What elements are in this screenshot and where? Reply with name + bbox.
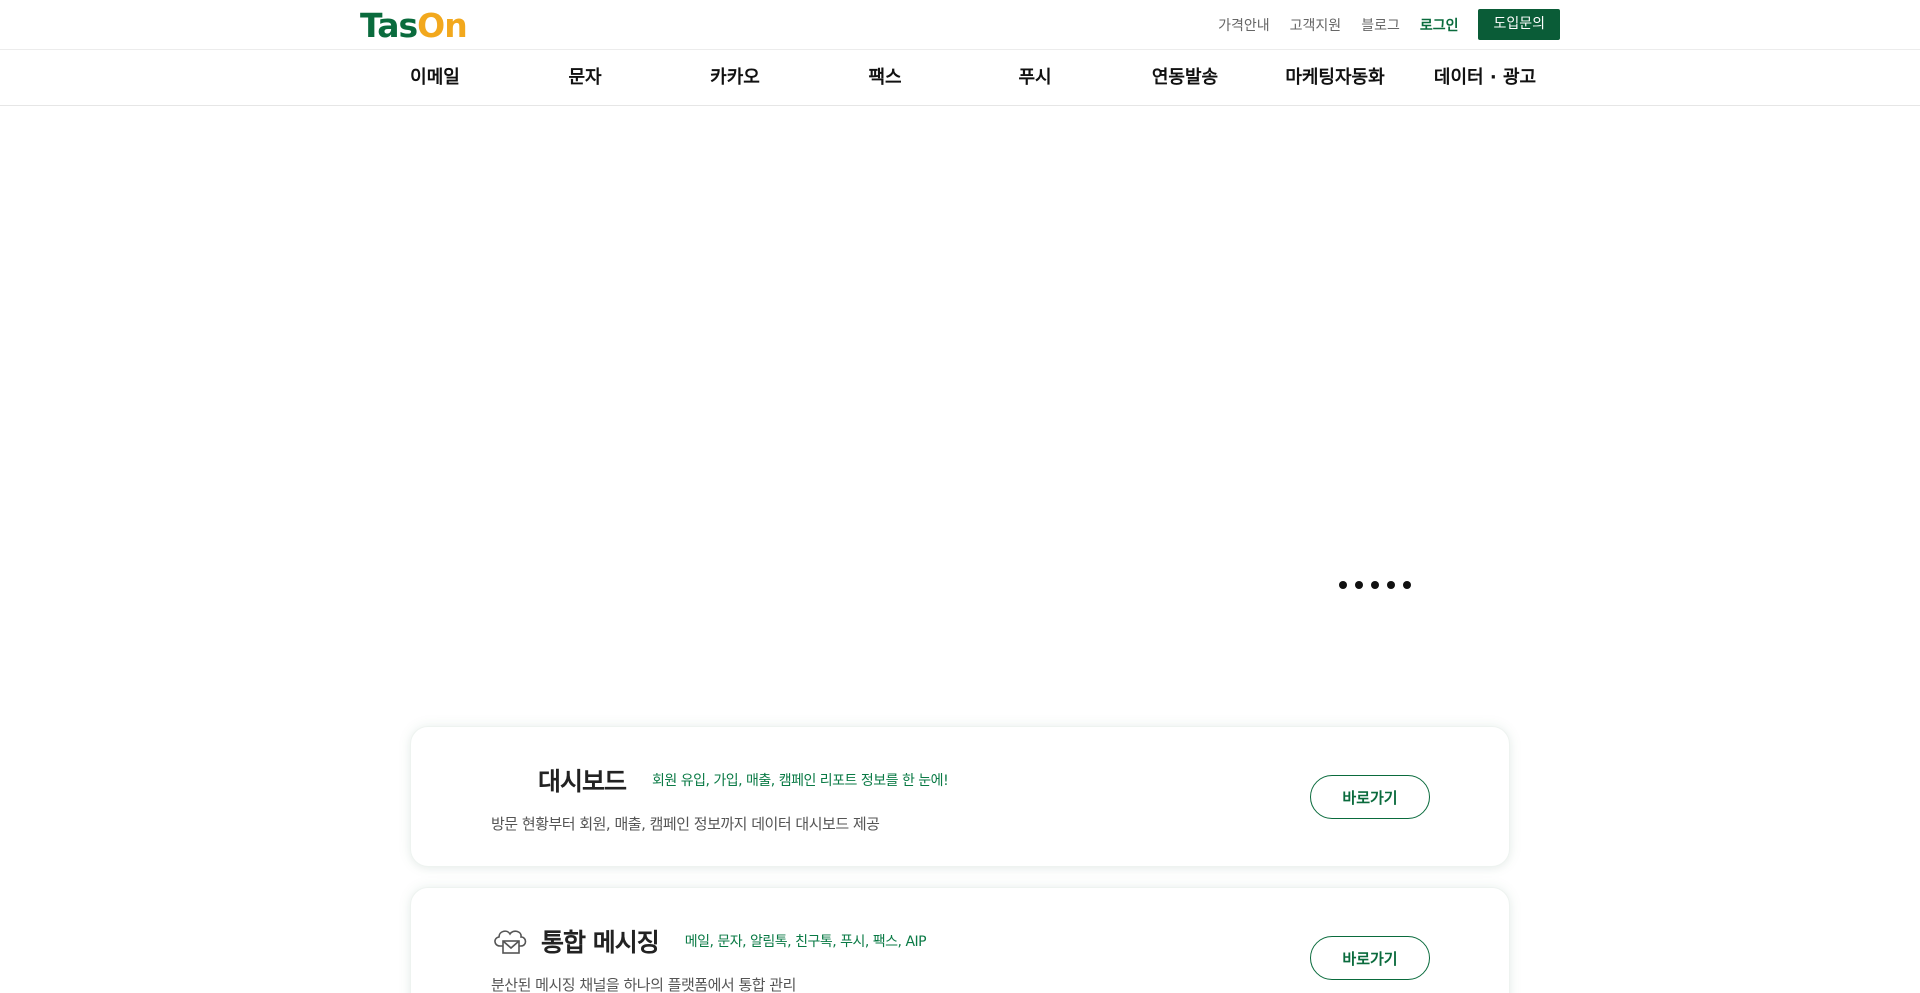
- blog-link[interactable]: 블로그: [1361, 15, 1400, 35]
- nav-item-data-ads[interactable]: 데이터 · 광고: [1410, 51, 1560, 106]
- nav-item-sms[interactable]: 문자: [510, 51, 660, 106]
- card-tagline: 회원 유입, 가입, 매출, 캠페인 리포트 정보를 한 눈에!: [652, 773, 949, 789]
- dashboard-go-button[interactable]: 바로가기: [1310, 775, 1430, 819]
- card-title: 통합 메시징: [541, 928, 660, 957]
- service-card-messaging: 통합 메시징 메일, 문자, 알림톡, 친구톡, 푸시, 팩스, AIP 분산된…: [410, 887, 1510, 993]
- utility-nav: 가격안내 고객지원 블로그 로그인 도입문의: [1218, 9, 1560, 40]
- service-card-dashboard: 대시보드 회원 유입, 가입, 매출, 캠페인 리포트 정보를 한 눈에! 방문…: [410, 726, 1510, 867]
- nav-item-integration[interactable]: 연동발송: [1110, 51, 1260, 106]
- cloud-mail-icon: [491, 925, 529, 957]
- nav-item-fax[interactable]: 팩스: [810, 51, 960, 106]
- card-description: 방문 현황부터 회원, 매출, 캠페인 정보까지 데이터 대시보드 제공: [491, 815, 880, 833]
- main-nav: 이메일 문자 카카오 팩스 푸시 연동발송 마케팅자동화 데이터 · 광고: [0, 51, 1920, 106]
- slider-dot-3[interactable]: [1371, 581, 1379, 589]
- slider-dot-5[interactable]: [1403, 581, 1411, 589]
- login-link[interactable]: 로그인: [1420, 15, 1459, 35]
- nav-item-push[interactable]: 푸시: [960, 51, 1110, 106]
- top-header: Tas On 가격안내 고객지원 블로그 로그인 도입문의: [0, 0, 1920, 50]
- inquiry-button[interactable]: 도입문의: [1478, 9, 1560, 40]
- card-title: 대시보드: [538, 767, 627, 796]
- card-description: 분산된 메시징 채널을 하나의 플랫폼에서 통합 관리: [491, 976, 796, 993]
- card-header: 대시보드 회원 유입, 가입, 매출, 캠페인 리포트 정보를 한 눈에!: [538, 762, 949, 798]
- hero-slider: [0, 107, 1920, 667]
- slider-dot-4[interactable]: [1387, 581, 1395, 589]
- logo-text-on: On: [417, 5, 468, 45]
- nav-item-marketing-automation[interactable]: 마케팅자동화: [1260, 51, 1410, 106]
- card-tagline: 메일, 문자, 알림톡, 친구톡, 푸시, 팩스, AIP: [684, 934, 927, 950]
- tason-logo[interactable]: Tas On: [360, 5, 468, 45]
- slider-pagination: [1339, 581, 1411, 589]
- messaging-go-button[interactable]: 바로가기: [1310, 936, 1430, 980]
- slider-dot-2[interactable]: [1355, 581, 1363, 589]
- support-link[interactable]: 고객지원: [1290, 15, 1342, 35]
- logo-text-tas: Tas: [360, 5, 418, 45]
- pricing-link[interactable]: 가격안내: [1218, 15, 1270, 35]
- nav-item-email[interactable]: 이메일: [360, 51, 510, 106]
- nav-item-kakao[interactable]: 카카오: [660, 51, 810, 106]
- card-header: 통합 메시징 메일, 문자, 알림톡, 친구톡, 푸시, 팩스, AIP: [491, 923, 927, 959]
- slider-dot-1[interactable]: [1339, 581, 1347, 589]
